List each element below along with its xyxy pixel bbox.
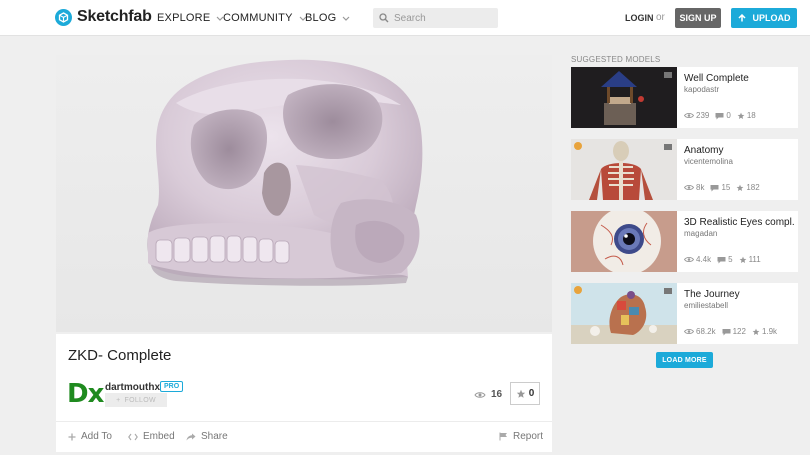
views-value: 68.2k bbox=[696, 327, 716, 336]
follow-button[interactable]: + FOLLOW bbox=[105, 393, 167, 407]
model-thumbnail-journey bbox=[571, 283, 677, 344]
plus-icon: + bbox=[116, 396, 121, 404]
sketchfab-cube-icon bbox=[55, 8, 72, 26]
comment-icon bbox=[722, 328, 731, 335]
author-avatar[interactable]: Dx bbox=[67, 379, 104, 409]
comments-value: 5 bbox=[728, 255, 733, 264]
views-value: 8k bbox=[696, 183, 705, 192]
load-more-button[interactable]: LOAD MORE bbox=[656, 352, 713, 368]
search-box[interactable] bbox=[373, 8, 498, 28]
suggested-model-card[interactable]: 3D Realistic Eyes compl... magadan 4.4k … bbox=[571, 211, 798, 272]
embed-button[interactable]: Embed bbox=[128, 431, 175, 442]
divider bbox=[56, 421, 552, 422]
view-count: 16 bbox=[474, 389, 502, 400]
share-label: Share bbox=[201, 431, 228, 442]
flag-icon bbox=[499, 432, 507, 441]
suggested-model-stats: 4.4k 5 111 bbox=[684, 255, 767, 264]
likes-value: 1.9k bbox=[761, 327, 778, 336]
nav-explore[interactable]: EXPLORE bbox=[157, 12, 224, 24]
suggested-model-stats: 239 0 18 bbox=[684, 111, 762, 120]
pro-badge: PRO bbox=[160, 381, 184, 392]
eye-icon bbox=[684, 184, 694, 191]
share-button[interactable]: Share bbox=[186, 431, 228, 442]
author-name[interactable]: dartmouthx bbox=[105, 382, 160, 393]
star-icon bbox=[739, 256, 746, 263]
star-icon bbox=[737, 112, 745, 119]
eye-icon bbox=[684, 256, 694, 263]
eye-icon bbox=[474, 391, 486, 398]
suggested-model-card[interactable]: Anatomy vicentemolina 8k 15 182 bbox=[571, 139, 798, 200]
add-to-button[interactable]: Add To bbox=[68, 431, 112, 442]
suggested-model-author[interactable]: magadan bbox=[684, 229, 717, 238]
signup-button[interactable]: SIGN UP bbox=[675, 8, 721, 28]
or-text: or bbox=[656, 12, 665, 23]
plus-icon bbox=[68, 433, 76, 440]
comment-icon bbox=[717, 256, 726, 263]
eye-icon bbox=[684, 112, 694, 119]
nav-community[interactable]: COMMUNITY bbox=[223, 12, 307, 24]
arrow-up-icon bbox=[737, 14, 746, 22]
model-thumbnail-anatomy bbox=[571, 139, 677, 200]
view-count-value: 16 bbox=[491, 389, 503, 400]
suggested-model-author[interactable]: kapodastr bbox=[684, 85, 719, 94]
views-value: 4.4k bbox=[696, 255, 712, 264]
share-icon bbox=[186, 433, 196, 440]
suggested-model-title[interactable]: Well Complete bbox=[684, 73, 794, 84]
model-info-panel: ZKD- Complete Dx dartmouthx PRO + FOLLOW… bbox=[56, 334, 552, 452]
suggested-model-stats: 68.2k 122 1.9k bbox=[684, 327, 783, 336]
like-button[interactable]: 0 bbox=[510, 382, 540, 405]
add-to-label: Add To bbox=[81, 431, 112, 442]
suggested-model-author[interactable]: emiliestabell bbox=[684, 301, 728, 310]
model-thumbnail-eye bbox=[571, 211, 677, 272]
star-icon bbox=[736, 184, 744, 191]
model-viewer[interactable] bbox=[56, 55, 552, 332]
suggested-model-title[interactable]: The Journey bbox=[684, 289, 794, 300]
chevron-down-icon bbox=[342, 16, 350, 21]
suggested-model-author[interactable]: vicentemolina bbox=[684, 157, 733, 166]
brand-name: Sketchfab bbox=[77, 8, 152, 25]
report-button[interactable]: Report bbox=[499, 431, 543, 442]
embed-label: Embed bbox=[143, 431, 175, 442]
suggested-models-heading: SUGGESTED MODELS bbox=[571, 55, 661, 64]
like-count: 0 bbox=[528, 388, 535, 399]
likes-value: 18 bbox=[746, 111, 756, 120]
top-navigation-bar: Sketchfab EXPLORE COMMUNITY BLOG LOGIN o… bbox=[0, 0, 810, 36]
nav-community-label: COMMUNITY bbox=[223, 12, 293, 24]
star-icon bbox=[752, 328, 760, 335]
nav-blog[interactable]: BLOG bbox=[305, 12, 350, 24]
nav-explore-label: EXPLORE bbox=[157, 12, 211, 24]
comment-icon bbox=[715, 112, 724, 119]
code-icon bbox=[128, 433, 138, 440]
comments-value: 0 bbox=[726, 111, 731, 120]
sketchfab-logo[interactable]: Sketchfab bbox=[55, 8, 152, 26]
nav-blog-label: BLOG bbox=[305, 12, 337, 24]
comment-icon bbox=[710, 184, 719, 191]
model-thumbnail-well bbox=[571, 67, 677, 128]
views-value: 239 bbox=[696, 111, 710, 120]
search-icon bbox=[379, 13, 389, 23]
suggested-model-title[interactable]: Anatomy bbox=[684, 145, 794, 156]
suggested-model-title[interactable]: 3D Realistic Eyes compl... bbox=[684, 217, 794, 228]
comments-value: 15 bbox=[721, 183, 731, 192]
eye-icon bbox=[684, 328, 694, 335]
suggested-model-stats: 8k 15 182 bbox=[684, 183, 766, 192]
search-input[interactable] bbox=[394, 12, 494, 24]
suggested-model-card[interactable]: Well Complete kapodastr 239 0 18 bbox=[571, 67, 798, 128]
upload-label: UPLOAD bbox=[752, 13, 791, 23]
upload-button[interactable]: UPLOAD bbox=[731, 8, 797, 28]
skull-model-render bbox=[147, 59, 423, 286]
follow-label: FOLLOW bbox=[124, 396, 156, 404]
report-label: Report bbox=[513, 431, 544, 442]
login-link[interactable]: LOGIN bbox=[625, 13, 654, 23]
likes-value: 111 bbox=[748, 255, 761, 264]
likes-value: 182 bbox=[746, 183, 760, 192]
star-icon bbox=[516, 389, 525, 398]
suggested-model-card[interactable]: The Journey emiliestabell 68.2k 122 1.9k bbox=[571, 283, 798, 344]
model-title: ZKD- Complete bbox=[68, 347, 172, 364]
comments-value: 122 bbox=[732, 327, 746, 336]
